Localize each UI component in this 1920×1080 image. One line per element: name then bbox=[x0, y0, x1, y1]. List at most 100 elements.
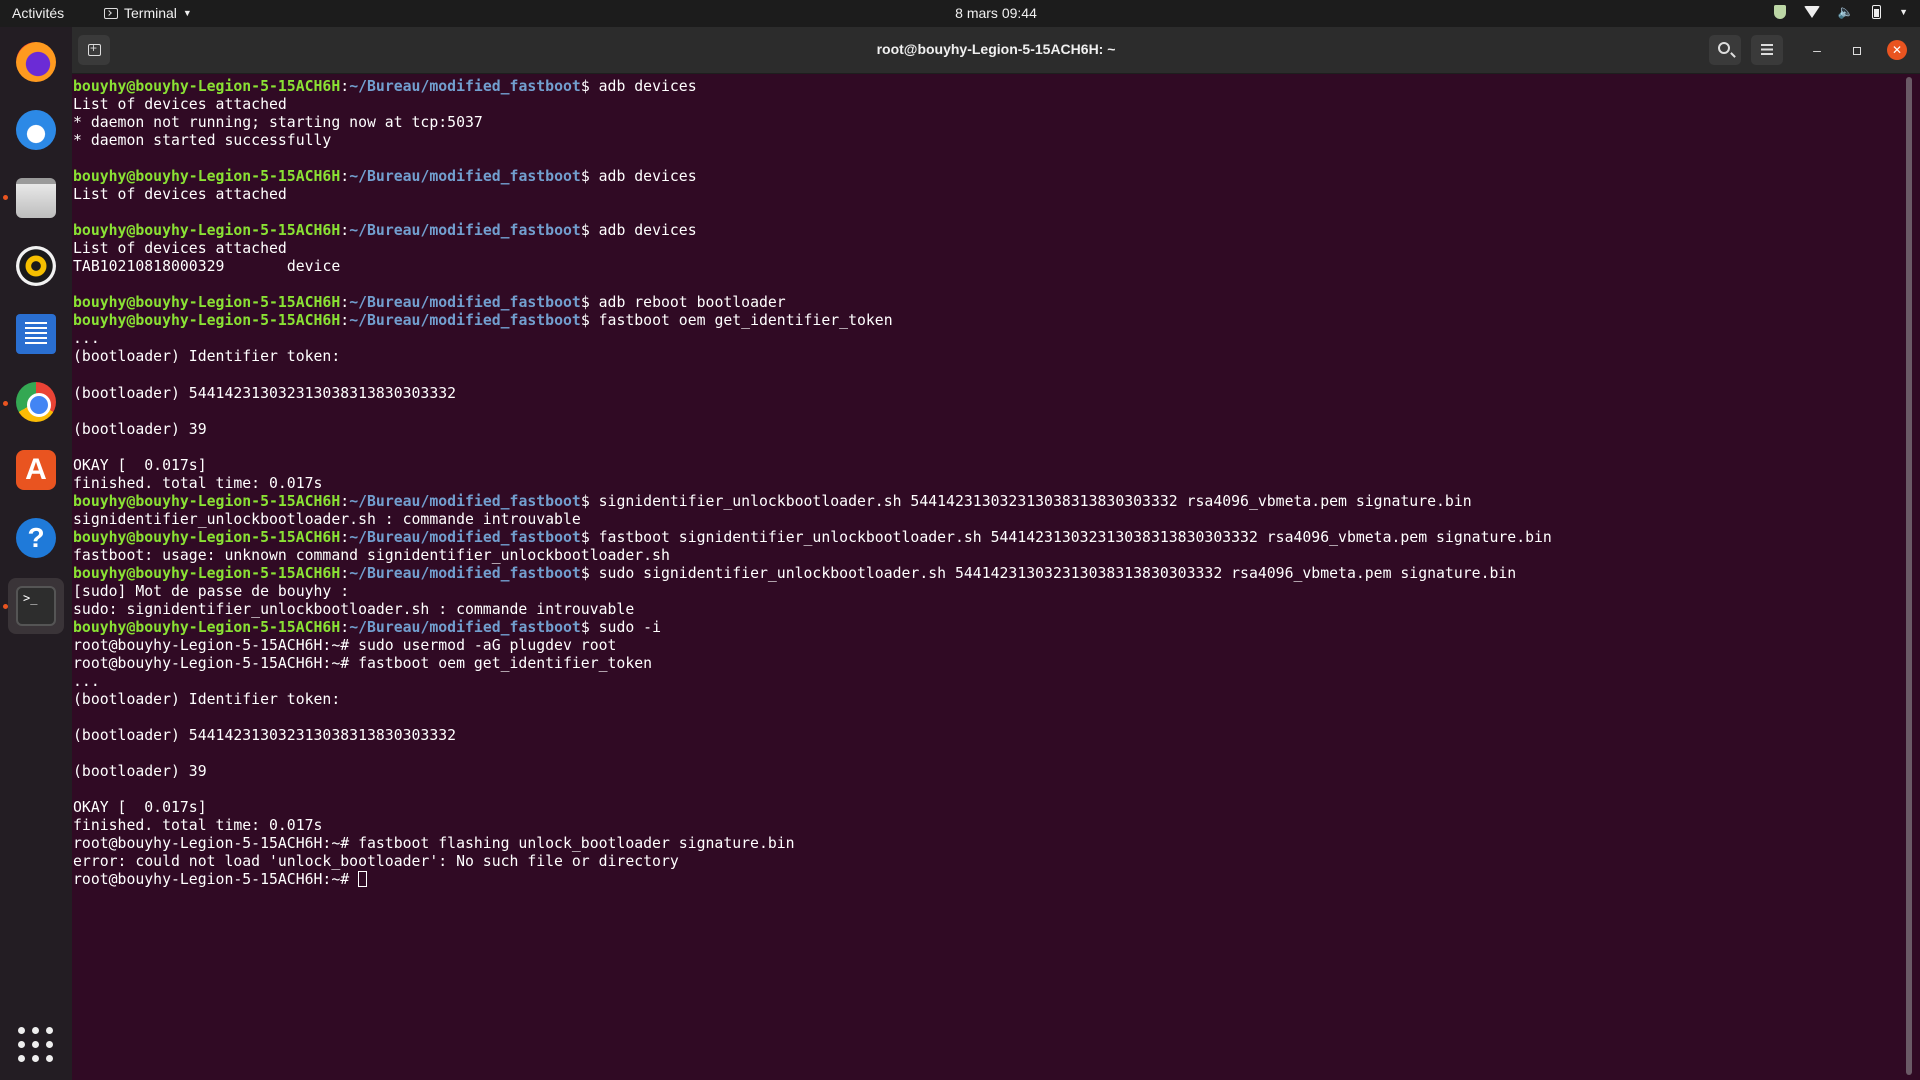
dock-item-app-store[interactable]: A bbox=[8, 442, 64, 498]
output-line: root@bouyhy-Legion-5-15ACH6H:~# bbox=[73, 871, 1902, 889]
prompt-separator: : bbox=[340, 222, 350, 240]
header-bar[interactable]: root@bouyhy-Legion-5-15ACH6H: ~ – ✕ bbox=[72, 27, 1920, 74]
output-text: (bootloader) 39 bbox=[73, 420, 207, 438]
output-line: [sudo] Mot de passe de bouyhy : bbox=[73, 583, 1902, 601]
terminal-output[interactable]: bouyhy@bouyhy-Legion-5-15ACH6H:~/Bureau/… bbox=[72, 74, 1902, 1080]
prompt-separator: : bbox=[340, 312, 350, 330]
help-icon: ? bbox=[16, 518, 56, 558]
output-text: OKAY [ 0.017s] bbox=[73, 456, 207, 474]
prompt-line: bouyhy@bouyhy-Legion-5-15ACH6H:~/Bureau/… bbox=[73, 529, 1902, 547]
app-store-icon: A bbox=[16, 450, 56, 490]
output-text: root@bouyhy-Legion-5-15ACH6H:~# sudo use… bbox=[73, 636, 617, 654]
scrollbar[interactable] bbox=[1906, 77, 1912, 1075]
prompt-line: bouyhy@bouyhy-Legion-5-15ACH6H:~/Bureau/… bbox=[73, 294, 1902, 312]
prompt-line: bouyhy@bouyhy-Legion-5-15ACH6H:~/Bureau/… bbox=[73, 565, 1902, 583]
output-text: fastboot: usage: unknown command signide… bbox=[73, 546, 670, 564]
maximize-icon bbox=[1853, 47, 1861, 55]
hamburger-menu-icon bbox=[1761, 44, 1773, 55]
output-text: ... bbox=[73, 330, 100, 348]
text-cursor bbox=[358, 871, 368, 888]
output-line: TAB10210818000329 device bbox=[73, 258, 1902, 276]
firefox-icon bbox=[16, 42, 56, 82]
command-text: $ adb devices bbox=[580, 78, 697, 95]
output-text: List of devices attached bbox=[73, 240, 287, 258]
command-text: $ sudo signidentifier_unlockbootloader.s… bbox=[580, 564, 1517, 582]
output-line: ... bbox=[73, 673, 1902, 691]
dock-item-rhythmbox[interactable] bbox=[8, 238, 64, 294]
output-line: OKAY [ 0.017s] bbox=[73, 799, 1902, 817]
window-title: root@bouyhy-Legion-5-15ACH6H: ~ bbox=[876, 41, 1116, 57]
prompt-user: bouyhy@bouyhy-Legion-5-15ACH6H bbox=[73, 222, 341, 240]
prompt-user: bouyhy@bouyhy-Legion-5-15ACH6H bbox=[73, 312, 341, 330]
prompt-line: bouyhy@bouyhy-Legion-5-15ACH6H:~/Bureau/… bbox=[73, 168, 1902, 186]
prompt-path: ~/Bureau/modified_fastboot bbox=[349, 294, 581, 312]
libreoffice-writer-icon bbox=[16, 314, 56, 354]
battery-icon[interactable] bbox=[1872, 5, 1882, 19]
search-icon bbox=[1718, 42, 1730, 54]
dock-item-firefox[interactable] bbox=[8, 34, 64, 90]
output-line: List of devices attached bbox=[73, 186, 1902, 204]
output-text: sudo: signidentifier_unlockbootloader.sh… bbox=[73, 600, 635, 618]
prompt-user: bouyhy@bouyhy-Legion-5-15ACH6H bbox=[73, 78, 341, 95]
dock-item-files[interactable] bbox=[8, 170, 64, 226]
output-text: List of devices attached bbox=[73, 186, 287, 204]
output-text: List of devices attached bbox=[73, 96, 287, 114]
output-line: OKAY [ 0.017s] bbox=[73, 457, 1902, 475]
output-text: signidentifier_unlockbootloader.sh : com… bbox=[73, 510, 581, 528]
output-line: error: could not load 'unlock_bootloader… bbox=[73, 853, 1902, 871]
top-bar: Activités Terminal ▼ 8 mars 09:44 🔈 ▼ bbox=[0, 0, 1920, 27]
prompt-line: bouyhy@bouyhy-Legion-5-15ACH6H:~/Bureau/… bbox=[73, 619, 1902, 637]
terminal-icon: >_ bbox=[16, 586, 56, 626]
output-text: OKAY [ 0.017s] bbox=[73, 799, 207, 817]
menu-button[interactable] bbox=[1751, 35, 1783, 65]
output-text: (bootloader) Identifier token: bbox=[73, 348, 341, 366]
wifi-icon[interactable] bbox=[1803, 6, 1820, 18]
command-text: $ adb devices bbox=[580, 222, 697, 240]
clock[interactable]: 8 mars 09:44 bbox=[0, 5, 1920, 21]
output-line: finished. total time: 0.017s bbox=[73, 817, 1902, 835]
output-line: * daemon not running; starting now at tc… bbox=[73, 114, 1902, 132]
prompt-separator: : bbox=[340, 564, 350, 582]
maximize-button[interactable] bbox=[1847, 40, 1867, 60]
output-line: (bootloader) Identifier token: bbox=[73, 691, 1902, 709]
output-line: (bootloader) 544142313032313038313830303… bbox=[73, 727, 1902, 745]
prompt-path: ~/Bureau/modified_fastboot bbox=[349, 618, 581, 636]
output-line: (bootloader) Identifier token: bbox=[73, 348, 1902, 366]
system-tray[interactable]: 🔈 ▼ bbox=[1773, 4, 1908, 20]
output-text: error: could not load 'unlock_bootloader… bbox=[73, 853, 679, 871]
prompt-separator: : bbox=[340, 168, 350, 186]
output-text: (bootloader) 39 bbox=[73, 763, 207, 781]
prompt-separator: : bbox=[340, 78, 350, 95]
dock-item-libreoffice-writer[interactable] bbox=[8, 306, 64, 362]
output-line: (bootloader) 544142313032313038313830303… bbox=[73, 385, 1902, 403]
output-line: root@bouyhy-Legion-5-15ACH6H:~# fastboot… bbox=[73, 655, 1902, 673]
output-line: ... bbox=[73, 330, 1902, 348]
command-text: $ sudo -i bbox=[580, 618, 661, 636]
prompt-path: ~/Bureau/modified_fastboot bbox=[349, 492, 581, 510]
prompt-line: bouyhy@bouyhy-Legion-5-15ACH6H:~/Bureau/… bbox=[73, 493, 1902, 511]
output-text: * daemon started successfully bbox=[73, 132, 332, 150]
chevron-down-icon[interactable]: ▼ bbox=[1899, 7, 1908, 17]
dock-item-terminal[interactable]: >_ bbox=[8, 578, 64, 634]
close-button[interactable]: ✕ bbox=[1887, 40, 1907, 60]
minimize-button[interactable]: – bbox=[1807, 40, 1827, 60]
prompt-line: bouyhy@bouyhy-Legion-5-15ACH6H:~/Bureau/… bbox=[73, 78, 1902, 96]
terminal-window: root@bouyhy-Legion-5-15ACH6H: ~ – ✕ bouy… bbox=[72, 27, 1920, 1080]
volume-icon[interactable]: 🔈 bbox=[1838, 4, 1854, 20]
dock-item-help[interactable]: ? bbox=[8, 510, 64, 566]
command-text: $ signidentifier_unlockbootloader.sh 544… bbox=[580, 492, 1472, 510]
dock-item-thunderbird[interactable] bbox=[8, 102, 64, 158]
app-grid-icon bbox=[18, 1027, 54, 1063]
output-line: * daemon started successfully bbox=[73, 132, 1902, 150]
output-text: ... bbox=[73, 673, 100, 691]
shield-icon[interactable] bbox=[1773, 5, 1786, 19]
search-button[interactable] bbox=[1709, 35, 1741, 65]
dock-item-chrome[interactable] bbox=[8, 374, 64, 430]
prompt-user: bouyhy@bouyhy-Legion-5-15ACH6H bbox=[73, 618, 341, 636]
show-applications-button[interactable] bbox=[8, 1017, 64, 1073]
